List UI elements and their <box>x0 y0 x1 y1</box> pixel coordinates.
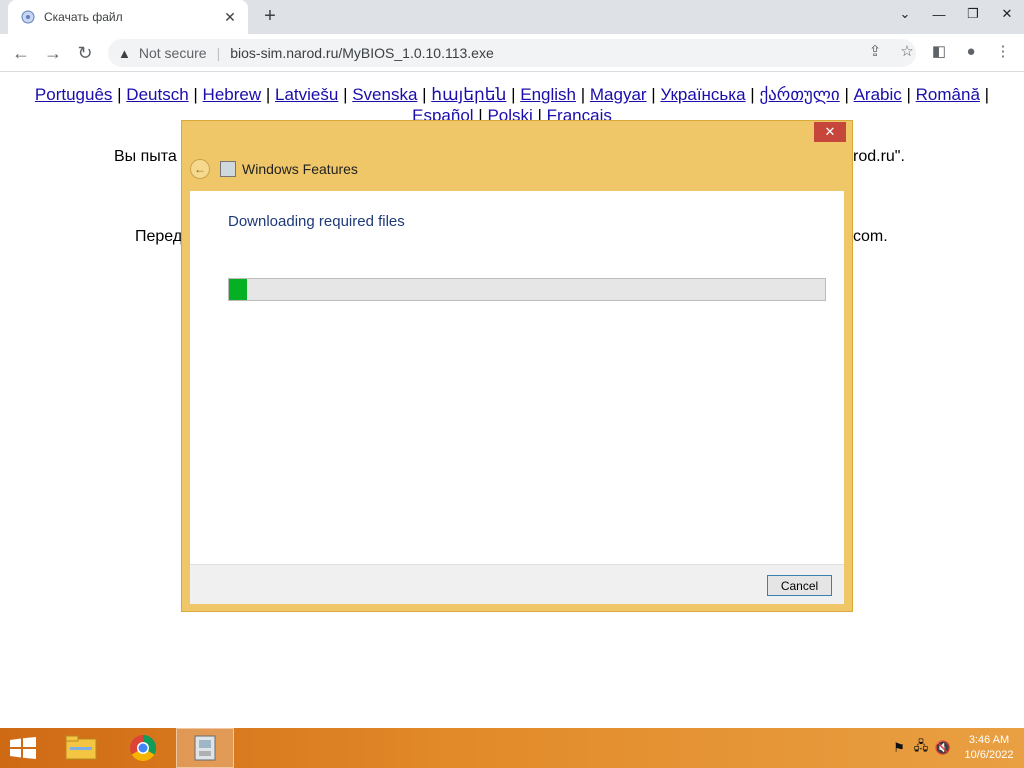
language-separator: | <box>901 85 916 104</box>
windows-features-icon <box>220 161 236 177</box>
back-icon[interactable]: ← <box>8 40 34 66</box>
language-link[interactable]: Latviešu <box>275 85 338 104</box>
tab-strip: Скачать файл ✕ + ⌄ — ❐ ✕ <box>0 0 1024 34</box>
browser-toolbar: ← → ↻ ▲ Not secure | bios-sim.narod.ru/M… <box>0 34 1024 72</box>
dialog-close-button[interactable]: ✕ <box>814 122 846 142</box>
start-button[interactable] <box>8 737 38 759</box>
windows-features-taskbar-icon[interactable] <box>176 728 234 768</box>
cancel-button[interactable]: Cancel <box>767 575 832 596</box>
tab-close-icon[interactable]: ✕ <box>222 9 238 26</box>
tab-title: Скачать файл <box>44 10 123 24</box>
language-separator: | <box>261 85 276 104</box>
address-bar[interactable]: ▲ Not secure | bios-sim.narod.ru/MyBIOS_… <box>108 39 916 67</box>
network-icon[interactable]: 🖧 <box>910 737 932 759</box>
menu-kebab-icon[interactable]: ⋮ <box>992 40 1014 62</box>
language-link[interactable]: Hebrew <box>203 85 262 104</box>
page-text-line1-left: Вы пыта <box>114 148 177 165</box>
language-link[interactable]: Magyar <box>590 85 647 104</box>
browser-tab[interactable]: Скачать файл ✕ <box>8 0 248 34</box>
system-tray: ⚑ 🖧 🔇 3:46 AM 10/6/2022 <box>888 728 1024 768</box>
clock[interactable]: 3:46 AM 10/6/2022 <box>954 733 1024 763</box>
language-separator: | <box>979 85 990 104</box>
progress-fill <box>229 279 247 300</box>
language-link[interactable]: Português <box>35 85 113 104</box>
omnibox-divider: | <box>216 45 221 61</box>
url-text[interactable]: bios-sim.narod.ru/MyBIOS_1.0.10.113.exe <box>230 45 494 61</box>
windows-logo-icon <box>10 737 36 759</box>
toolbar-icons: ⇪ ☆ ◧ ● ⋮ <box>864 40 1014 62</box>
language-link[interactable]: հայերեն <box>431 85 506 104</box>
bookmark-star-icon[interactable]: ☆ <box>896 40 918 62</box>
reload-icon[interactable]: ↻ <box>72 40 98 66</box>
window-controls: ⌄ — ❐ ✕ <box>888 0 1024 34</box>
page-text-line2-left: Перед <box>135 228 183 245</box>
dialog-title: Windows Features <box>242 161 358 177</box>
clock-time: 3:46 AM <box>968 734 1010 746</box>
chrome-taskbar-icon[interactable] <box>114 728 172 768</box>
page-text-line1-right: rod.ru". <box>853 148 905 165</box>
taskbar: ⚑ 🖧 🔇 3:46 AM 10/6/2022 <box>0 728 1024 768</box>
volume-muted-icon[interactable]: 🔇 <box>932 737 954 759</box>
restore-icon[interactable]: ❐ <box>956 0 990 28</box>
file-explorer-taskbar-icon[interactable] <box>52 728 110 768</box>
tab-search-icon[interactable]: ⌄ <box>888 0 922 28</box>
share-icon[interactable]: ⇪ <box>864 40 886 62</box>
language-separator: | <box>646 85 661 104</box>
language-separator: | <box>112 85 127 104</box>
language-link[interactable]: Română <box>916 85 980 104</box>
language-separator: | <box>506 85 521 104</box>
forward-icon[interactable]: → <box>40 40 66 66</box>
new-tab-button[interactable]: + <box>258 6 282 28</box>
page-text-line2-right: com. <box>853 228 888 245</box>
profile-icon[interactable]: ● <box>960 40 982 62</box>
warning-icon[interactable]: ▲ <box>118 46 131 61</box>
dialog-back-icon[interactable]: ← <box>190 159 210 179</box>
globe-icon <box>20 9 36 25</box>
dialog-header: ← Windows Features <box>190 155 358 183</box>
windows-features-dialog: ✕ ← Windows Features Downloading require… <box>181 120 853 612</box>
dialog-heading: Downloading required files <box>228 213 405 230</box>
language-separator: | <box>417 85 432 104</box>
action-center-flag-icon[interactable]: ⚑ <box>888 737 910 759</box>
language-link[interactable]: Українська <box>660 85 745 104</box>
window-close-icon[interactable]: ✕ <box>990 0 1024 28</box>
download-progress-bar <box>228 278 826 301</box>
language-link[interactable]: Arabic <box>854 85 902 104</box>
language-link[interactable]: Deutsch <box>126 85 188 104</box>
language-separator: | <box>576 85 590 104</box>
language-link[interactable]: Svenska <box>352 85 417 104</box>
dialog-content: Downloading required files <box>190 191 844 564</box>
language-separator: | <box>188 85 203 104</box>
clock-date: 10/6/2022 <box>964 749 1014 761</box>
language-separator: | <box>839 85 854 104</box>
language-separator: | <box>338 85 353 104</box>
language-link[interactable]: English <box>520 85 576 104</box>
side-panel-icon[interactable]: ◧ <box>928 40 950 62</box>
language-link[interactable]: ქართული <box>759 85 839 104</box>
minimize-icon[interactable]: — <box>922 0 956 28</box>
dialog-footer: Cancel <box>190 564 844 604</box>
security-label[interactable]: Not secure <box>139 45 207 61</box>
language-bar: Português | Deutsch | Hebrew | Latviešu … <box>0 72 1024 126</box>
language-separator: | <box>745 85 760 104</box>
